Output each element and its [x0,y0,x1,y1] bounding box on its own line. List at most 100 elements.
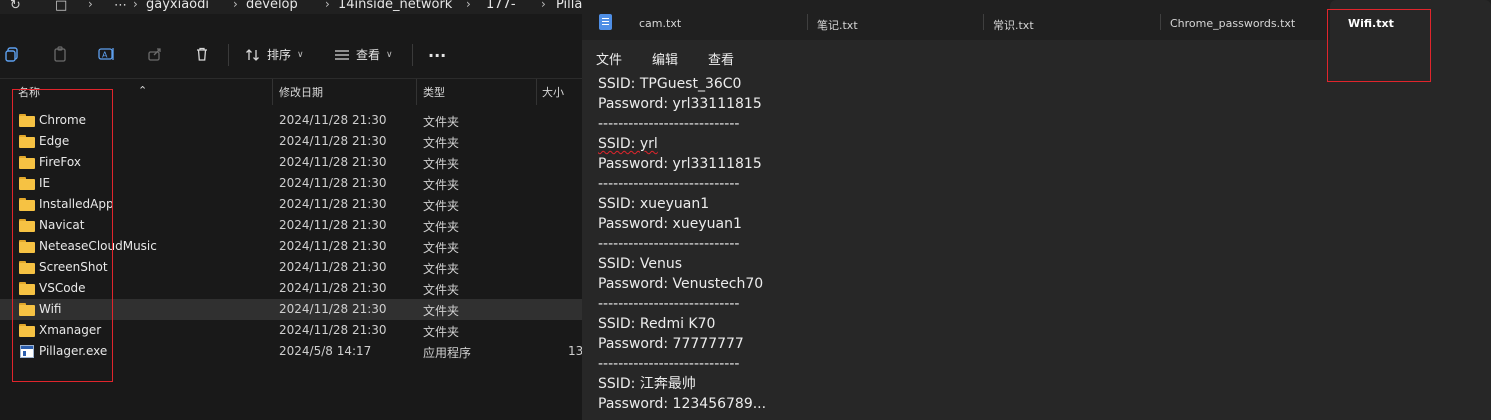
file-list: Chrome 2024/11/28 21:30 文件夹 Edge 2024/11… [0,110,582,362]
tab-chrome-passwords-txt[interactable]: Chrome_passwords.txt [1170,0,1320,40]
file-name: InstalledApp [39,197,114,211]
more-crumbs-icon[interactable]: ⋯ [114,0,127,13]
rename-icon[interactable]: A [96,44,118,64]
breadcrumb-item[interactable]: 177- [486,0,516,12]
paste-icon[interactable] [49,44,71,64]
share-icon[interactable] [144,44,166,64]
menu-bar: 文件 编辑 查看 [582,40,1491,74]
folder-icon [19,219,35,232]
file-name: Chrome [39,113,87,127]
text-line: Password: yrl33111815 [598,96,762,112]
file-date: 2024/5/8 14:17 [279,344,372,358]
file-row-firefox[interactable]: FireFox 2024/11/28 21:30 文件夹 [0,152,582,173]
text-line: ---------------------------- [598,116,740,132]
file-type: 文件夹 [423,178,460,192]
chevron-right-icon: › [466,0,471,11]
delete-icon[interactable] [191,44,213,64]
file-row-ie[interactable]: IE 2024/11/28 21:30 文件夹 [0,173,582,194]
text-line: Password: 123456789... [598,396,767,412]
breadcrumb-item[interactable]: gayxiaodi [146,0,209,12]
view-button[interactable]: 查看 ∨ [334,46,393,63]
folder-icon [19,135,35,148]
folder-icon [19,114,35,127]
column-header-row: ⌃ 名称 修改日期 类型 大小 [0,78,582,105]
file-name: Pillager.exe [39,344,108,358]
tab-notes-txt[interactable]: 笔记.txt [817,0,967,40]
file-type: 文件夹 [423,241,460,255]
exe-icon [19,345,35,358]
breadcrumb-item[interactable]: Pilla [556,0,582,12]
file-row-vscode[interactable]: VSCode 2024/11/28 21:30 文件夹 [0,278,582,299]
file-row-edge[interactable]: Edge 2024/11/28 21:30 文件夹 [0,131,582,152]
folder-icon [19,282,35,295]
file-type: 文件夹 [423,283,460,297]
column-header-type[interactable]: 类型 [423,84,445,100]
column-resize-handle[interactable] [272,79,273,105]
file-date: 2024/11/28 21:30 [279,218,387,232]
address-bar[interactable]: ↻ □ › ⋯ › gayxiaodi › develop › 14inside… [0,0,582,14]
breadcrumb-item[interactable]: 14inside_network [338,0,452,12]
file-row-navicat[interactable]: Navicat 2024/11/28 21:30 文件夹 [0,215,582,236]
notepad-app-icon [599,14,612,30]
file-row-screenshot[interactable]: ScreenShot 2024/11/28 21:30 文件夹 [0,257,582,278]
text-line: Password: xueyuan1 [598,216,742,232]
svg-text:A: A [102,51,108,60]
column-header-size[interactable]: 大小 [542,84,564,100]
tab-label: Wifi.txt [1348,17,1394,30]
text-line: Password: 77777777 [598,336,744,352]
sort-ascending-icon: ⌃ [138,84,148,97]
text-line: SSID: xueyuan1 [598,196,710,212]
file-name: VSCode [39,281,86,295]
chevron-down-icon: ∨ [386,49,393,60]
file-row-chrome[interactable]: Chrome 2024/11/28 21:30 文件夹 [0,110,582,131]
file-date: 2024/11/28 21:30 [279,176,387,190]
file-row-neteasecloudmusic[interactable]: NeteaseCloudMusic 2024/11/28 21:30 文件夹 [0,236,582,257]
file-date: 2024/11/28 21:30 [279,323,387,337]
file-row-pillager-exe[interactable]: Pillager.exe 2024/5/8 14:17 应用程序 13 [0,341,582,362]
column-resize-handle[interactable] [416,79,417,105]
menu-file[interactable]: 文件 [596,49,622,68]
tab-cam-txt[interactable]: cam.txt [639,0,789,40]
file-type: 文件夹 [423,304,460,318]
text-line-ssid-yrl: SSID: yrl [598,134,1478,154]
sort-icon [246,48,259,61]
text-line: SSID: Venus [598,256,682,272]
tab-common-sense-txt[interactable]: 常识.txt [993,0,1143,40]
tab-divider [983,14,984,30]
more-options-button[interactable]: ... [428,42,446,61]
file-type: 文件夹 [423,115,460,129]
file-date: 2024/11/28 21:30 [279,197,387,211]
refresh-icon[interactable]: ↻ [10,0,21,13]
text-editor-area[interactable]: SSID: TPGuest_36C0 Password: yrl33111815… [598,74,1478,414]
chevron-right-icon: › [133,0,138,11]
file-date: 2024/11/28 21:30 [279,134,387,148]
column-header-name[interactable]: 名称 [18,84,40,100]
file-row-xmanager[interactable]: Xmanager 2024/11/28 21:30 文件夹 [0,320,582,341]
sort-button[interactable]: 排序 ∨ [245,46,304,63]
tab-strip: cam.txt 笔记.txt 常识.txt Chrome_passwords.t… [582,0,1491,40]
file-row-installedapp[interactable]: InstalledApp 2024/11/28 21:30 文件夹 [0,194,582,215]
file-row-wifi[interactable]: Wifi 2024/11/28 21:30 文件夹 [0,299,582,320]
view-label: 查看 [356,48,381,62]
breadcrumb-item[interactable]: develop [246,0,298,12]
file-name: Wifi [39,302,62,316]
chevron-right-icon: › [233,0,238,11]
menu-view[interactable]: 查看 [708,49,734,68]
computer-icon[interactable]: □ [55,0,67,13]
tab-wifi-txt[interactable]: Wifi.txt [1330,0,1491,40]
menu-edit[interactable]: 编辑 [652,49,678,68]
file-name: Navicat [39,218,85,232]
folder-icon [19,240,35,253]
column-resize-handle[interactable] [536,79,537,105]
folder-icon [19,177,35,190]
column-header-date[interactable]: 修改日期 [279,84,323,100]
view-icon [335,49,349,60]
file-type: 文件夹 [423,220,460,234]
file-date: 2024/11/28 21:30 [279,113,387,127]
chevron-right-icon: › [325,0,330,11]
text-line: SSID: TPGuest_36C0 [598,76,742,92]
tab-divider [1160,14,1161,30]
text-line: ---------------------------- [598,176,740,192]
new-item-icon[interactable] [2,44,24,64]
command-bar: A 排序 ∨ 查看 ∨ ... [0,36,582,72]
